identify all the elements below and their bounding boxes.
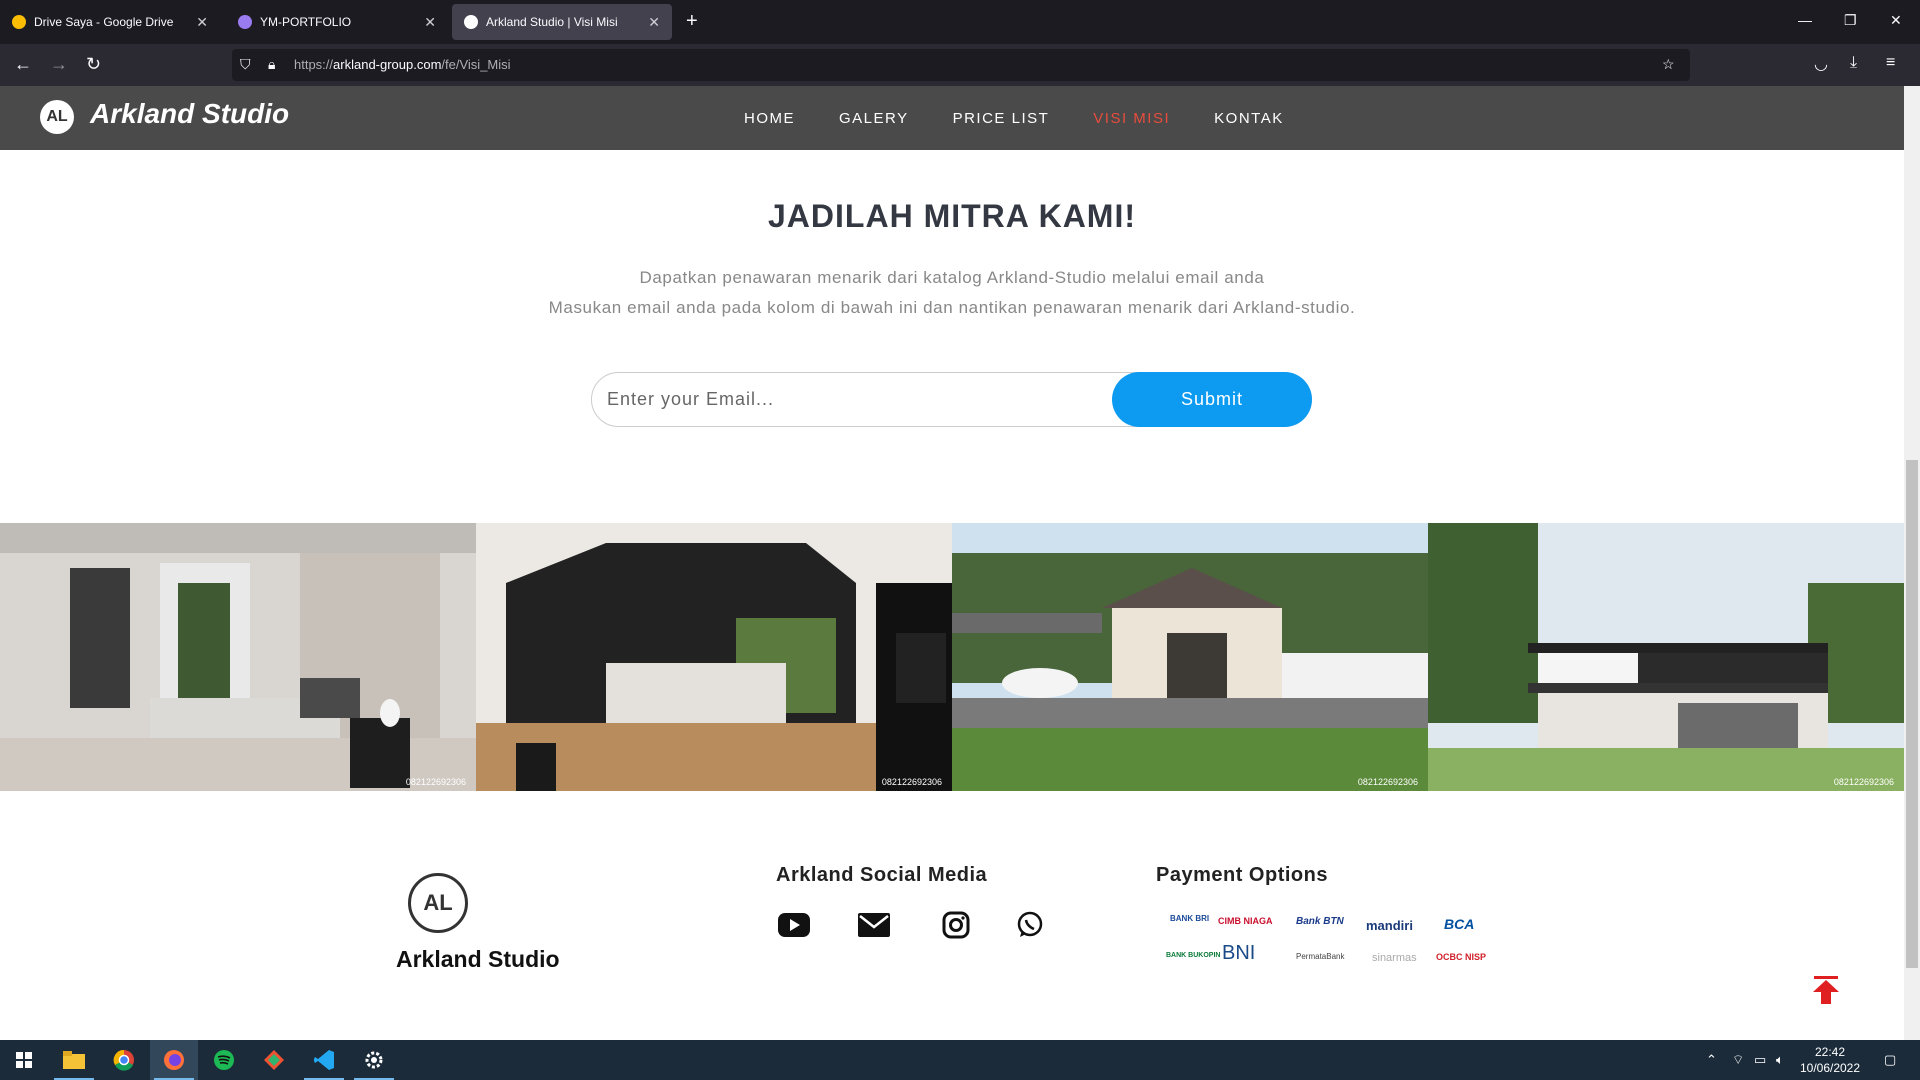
close-tab-icon[interactable]: ✕ xyxy=(424,14,436,31)
scroll-to-top-button[interactable] xyxy=(1812,976,1840,1004)
subscribe-form: Submit xyxy=(591,372,1312,427)
tab-title: YM-PORTFOLIO xyxy=(260,15,352,29)
instagram-icon[interactable] xyxy=(938,910,974,940)
firefox-icon[interactable] xyxy=(150,1040,198,1080)
tab-title: Arkland Studio | Visi Misi xyxy=(486,15,618,29)
gallery-image-house-tropical[interactable]: 082122692306 xyxy=(952,523,1428,791)
close-window-icon[interactable]: ✕ xyxy=(1890,12,1902,29)
section-description-line-1: Dapatkan penawaran menarik dari katalog … xyxy=(639,268,1265,287)
bookmark-star-icon[interactable]: ☆ xyxy=(1662,56,1675,73)
social-media-heading: Arkland Social Media xyxy=(776,864,988,886)
menu-home[interactable]: HOME xyxy=(744,110,795,127)
start-windows-icon[interactable] xyxy=(0,1040,48,1080)
spotify-icon[interactable] xyxy=(200,1040,248,1080)
footer-brand: Arkland Studio xyxy=(396,946,560,972)
main-menu: HOME GALERY PRICE LIST VISI MISI KONTAK xyxy=(744,110,1328,127)
arrow-up-icon xyxy=(1813,976,1839,1004)
lock-icon[interactable]: 🔒︎ xyxy=(268,56,275,73)
google-drive-favicon-icon xyxy=(12,15,26,29)
windows-taskbar: ⌃ ⌔ ▭ 🔈︎ 22:42 10/06/2022 ▢ xyxy=(0,1040,1920,1080)
network-icon[interactable]: ⌔ xyxy=(1732,1052,1744,1068)
submit-button[interactable]: Submit xyxy=(1112,372,1312,427)
clock-time: 22:42 xyxy=(1814,1045,1846,1059)
bank-permata-logo: PermataBank xyxy=(1296,952,1345,961)
site-logo-icon[interactable]: AL xyxy=(40,100,74,134)
payment-options-heading: Payment Options xyxy=(1156,864,1328,886)
pocket-icon[interactable]: ◡ xyxy=(1814,54,1828,74)
forward-arrow-icon[interactable]: → xyxy=(50,54,68,75)
payment-bank-logos: BANK BRI CIMB NIAGA Bank BTN mandiri BCA… xyxy=(1160,912,1505,972)
whatsapp-watermark: 082122692306 xyxy=(881,777,942,787)
whatsapp-watermark: 082122692306 xyxy=(1357,777,1418,787)
back-arrow-icon[interactable]: ← xyxy=(14,54,32,75)
bank-bni-logo: BNI xyxy=(1222,942,1256,964)
portfolio-favicon-icon xyxy=(238,15,252,29)
site-brand[interactable]: Arkland Studio xyxy=(90,98,289,130)
download-icon[interactable]: ⤓ xyxy=(1850,54,1857,72)
tab-google-drive[interactable]: Drive Saya - Google Drive ✕ xyxy=(0,0,220,44)
whatsapp-watermark: 082122692306 xyxy=(405,777,466,787)
section-description-line-2: Masukan email anda pada kolom di bawah i… xyxy=(548,298,1356,317)
gallery-strip: 082122692306 082122692306 082122692306 0… xyxy=(0,523,1904,791)
bank-bca-logo: BCA xyxy=(1444,916,1475,932)
chrome-icon[interactable] xyxy=(100,1040,148,1080)
footer-logo-icon: AL xyxy=(408,873,468,933)
section-title: JADILAH MITRA KAMI! xyxy=(768,198,1136,234)
address-bar[interactable]: ⛉ 🔒︎ https://arkland-group.com/fe/Visi_M… xyxy=(232,49,1690,81)
tray-chevron-up-icon[interactable]: ⌃ xyxy=(1706,1052,1717,1068)
browser-tab-bar: Drive Saya - Google Drive ✕ YM-PORTFOLIO… xyxy=(0,0,1920,44)
vscode-icon[interactable] xyxy=(300,1040,348,1080)
menu-hamburger-icon[interactable]: ≡ xyxy=(1886,54,1895,72)
youtube-icon[interactable] xyxy=(776,910,812,940)
close-tab-icon[interactable]: ✕ xyxy=(196,14,208,31)
close-tab-icon[interactable]: ✕ xyxy=(648,14,660,31)
new-tab-icon[interactable]: + xyxy=(686,10,698,33)
minimize-icon[interactable]: — xyxy=(1798,12,1812,28)
url-text[interactable]: https://arkland-group.com/fe/Visi_Misi xyxy=(294,57,511,72)
menu-price-list[interactable]: PRICE LIST xyxy=(953,110,1050,127)
system-clock[interactable]: 22:42 10/06/2022 xyxy=(1780,1044,1880,1076)
notification-icon[interactable]: ▢ xyxy=(1884,1052,1896,1068)
menu-visi-misi[interactable]: VISI MISI xyxy=(1093,110,1170,127)
menu-kontak[interactable]: KONTAK xyxy=(1214,110,1284,127)
reload-icon[interactable]: ↻ xyxy=(86,54,101,75)
battery-icon[interactable]: ▭ xyxy=(1754,1052,1766,1068)
clock-date: 10/06/2022 xyxy=(1799,1061,1861,1075)
bank-btn-logo: Bank BTN xyxy=(1296,916,1344,927)
tab-ym-portfolio[interactable]: YM-PORTFOLIO ✕ xyxy=(226,0,448,44)
gitkraken-icon[interactable] xyxy=(250,1040,298,1080)
scrollbar-thumb[interactable] xyxy=(1906,460,1918,968)
bank-ocbc-logo: OCBC NISP xyxy=(1436,952,1487,962)
gallery-image-bedroom-1[interactable]: 082122692306 xyxy=(0,523,476,791)
file-explorer-icon[interactable] xyxy=(50,1040,98,1080)
settings-gear-icon[interactable] xyxy=(350,1040,398,1080)
tab-arkland-visi-misi[interactable]: Arkland Studio | Visi Misi ✕ xyxy=(452,4,672,40)
arkland-favicon-icon xyxy=(464,15,478,29)
email-icon[interactable] xyxy=(856,910,892,940)
whatsapp-icon[interactable] xyxy=(1012,910,1048,940)
bank-bukopin-logo: BANK BUKOPIN xyxy=(1166,952,1221,959)
bank-sinarmas-logo: sinarmas xyxy=(1372,952,1417,964)
menu-galery[interactable]: GALERY xyxy=(839,110,909,127)
site-header: AL Arkland Studio HOME GALERY PRICE LIST… xyxy=(0,86,1904,150)
bank-mandiri-logo: mandiri xyxy=(1366,918,1413,933)
shield-icon[interactable]: ⛉ xyxy=(240,56,251,73)
bank-bri-logo: BANK BRI xyxy=(1170,914,1210,923)
bank-cimb-logo: CIMB NIAGA xyxy=(1218,916,1273,926)
browser-nav-bar: ← → ↻ ⛉ 🔒︎ https://arkland-group.com/fe/… xyxy=(0,44,1920,86)
gallery-image-bedroom-2[interactable]: 082122692306 xyxy=(476,523,952,791)
gallery-image-house-modern[interactable]: 082122692306 xyxy=(1428,523,1904,791)
whatsapp-watermark: 082122692306 xyxy=(1833,777,1894,787)
restore-icon[interactable]: ❐ xyxy=(1844,12,1857,29)
tab-title: Drive Saya - Google Drive xyxy=(34,15,174,29)
